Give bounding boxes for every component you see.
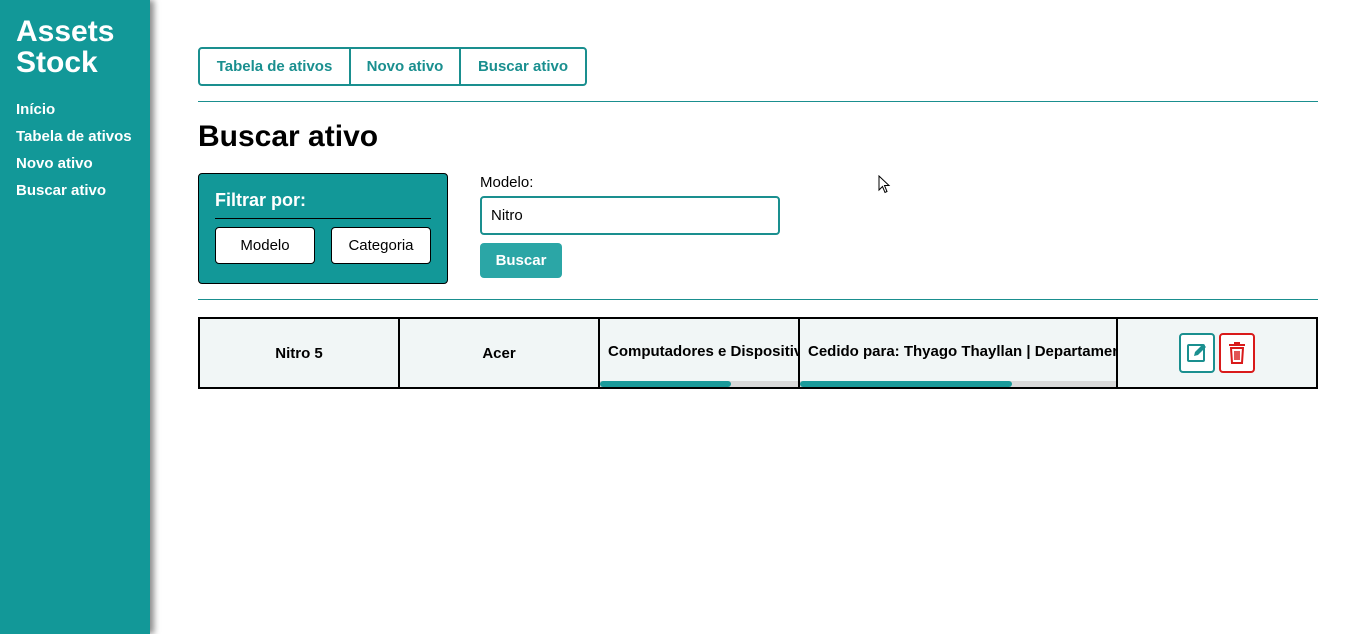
cell-status-text: Cedido para: Thyago Thayllan | Departame… [808,343,1118,360]
sidebar-item-inicio[interactable]: Início [16,96,150,123]
brand-logo: Assets Stock [16,16,150,78]
tab-bar: Tabela de ativos Novo ativo Buscar ativo [198,47,587,86]
search-field-label: Modelo: [480,174,534,191]
search-button[interactable]: Buscar [480,243,562,278]
table-row: Nitro 5 Acer Computadores e Dispositivos… [198,317,1318,389]
divider-top [198,101,1318,102]
filter-modelo-button[interactable]: Modelo [215,227,315,264]
category-scrollbar-thumb[interactable] [600,381,731,387]
sidebar: Assets Stock Início Tabela de ativos Nov… [0,0,150,634]
mouse-cursor-icon [878,175,891,194]
filter-title: Filtrar por: [215,190,431,219]
trash-icon [1229,342,1245,364]
tab-tabela-de-ativos[interactable]: Tabela de ativos [200,49,351,84]
status-scrollbar-thumb[interactable] [800,381,1012,387]
filter-options: Modelo Categoria [215,227,431,264]
cell-actions [1118,319,1316,387]
cell-category: Computadores e Dispositivos [600,319,800,387]
cell-category-text: Computadores e Dispositivos [608,343,800,360]
status-scrollbar[interactable] [800,381,1116,387]
edit-button[interactable] [1179,333,1215,373]
brand-line-1: Assets [16,15,115,48]
cell-status: Cedido para: Thyago Thayllan | Departame… [800,319,1118,387]
sidebar-item-tabela-de-ativos[interactable]: Tabela de ativos [16,123,150,150]
edit-icon [1187,344,1206,362]
category-scrollbar[interactable] [600,381,798,387]
divider-bottom [198,299,1318,300]
sidebar-item-novo-ativo[interactable]: Novo ativo [16,150,150,177]
tab-novo-ativo[interactable]: Novo ativo [351,49,461,84]
cell-model: Nitro 5 [200,319,400,387]
filter-panel: Filtrar por: Modelo Categoria [198,173,448,284]
search-input[interactable] [480,196,780,235]
delete-button[interactable] [1219,333,1255,373]
tab-buscar-ativo[interactable]: Buscar ativo [461,49,585,84]
sidebar-item-buscar-ativo[interactable]: Buscar ativo [16,177,150,204]
page-title: Buscar ativo [198,120,379,153]
filter-categoria-button[interactable]: Categoria [331,227,431,264]
cell-brand: Acer [400,319,600,387]
brand-line-2: Stock [16,46,98,79]
